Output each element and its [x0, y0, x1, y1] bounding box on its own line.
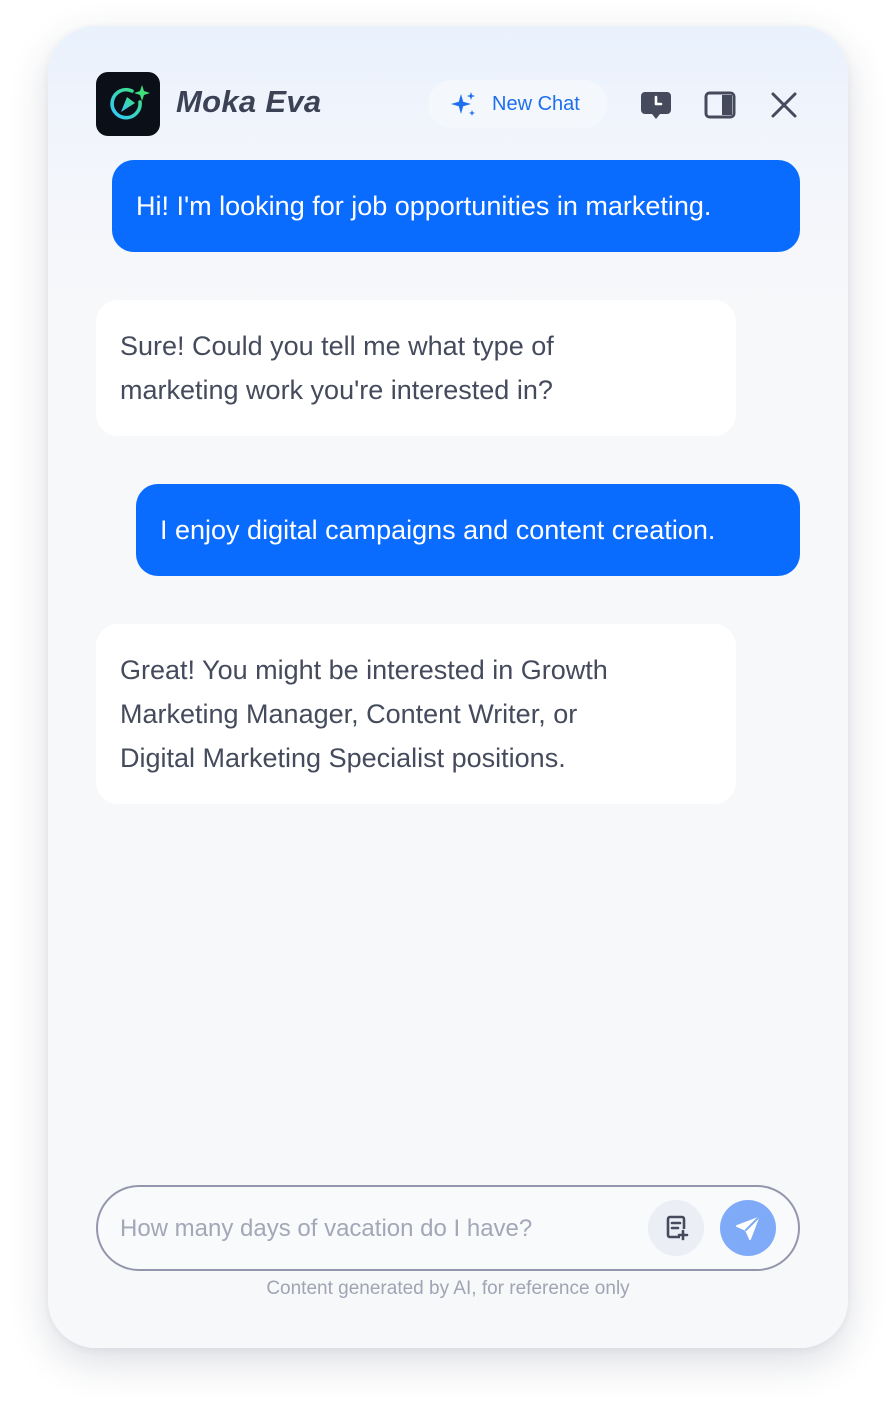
message-text: Marketing Manager, Content Writer, or	[120, 699, 578, 729]
sparkle-icon	[450, 91, 478, 124]
message-text: Sure! Could you tell me what type of	[120, 331, 554, 361]
user-message: Hi! I'm looking for job opportunities in…	[112, 160, 800, 252]
new-chat-button[interactable]: New Chat	[428, 80, 608, 128]
message-composer	[96, 1185, 800, 1271]
close-icon[interactable]	[766, 87, 802, 123]
new-chat-label: New Chat	[492, 93, 580, 115]
moka-eva-logo-icon	[96, 72, 160, 136]
message-text: Digital Marketing Specialist positions.	[120, 743, 566, 773]
document-add-icon[interactable]	[648, 1200, 704, 1256]
assistant-message: Sure! Could you tell me what type of mar…	[96, 300, 736, 436]
assistant-message: Great! You might be interested in Growth…	[96, 624, 736, 804]
app-title: Moka Eva	[176, 84, 322, 119]
user-message: I enjoy digital campaigns and content cr…	[136, 484, 800, 576]
message-input[interactable]	[120, 1209, 640, 1249]
message-text: marketing work you're interested in?	[120, 375, 553, 405]
chat-panel: Moka Eva New Chat Hi! I'm looking for jo…	[48, 26, 848, 1348]
ai-disclaimer: Content generated by AI, for reference o…	[266, 1278, 630, 1299]
send-icon[interactable]	[720, 1200, 776, 1256]
message-text: Great! You might be interested in Growth	[120, 655, 608, 685]
message-text: Hi! I'm looking for job opportunities in…	[136, 191, 712, 221]
message-text: I enjoy digital campaigns and content cr…	[160, 515, 716, 545]
history-icon[interactable]	[638, 87, 674, 123]
sidebar-toggle-icon[interactable]	[702, 87, 738, 123]
